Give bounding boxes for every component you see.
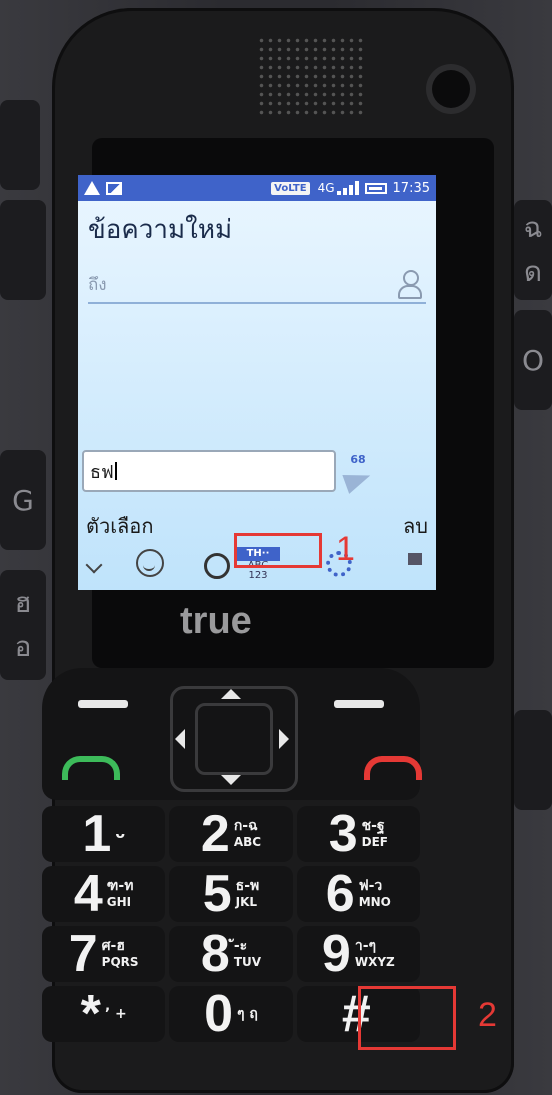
image-icon	[106, 181, 122, 195]
laptop-key	[0, 100, 40, 190]
key-digit: 4	[73, 865, 103, 923]
key-letters: ธ-พ	[235, 878, 260, 894]
dpad-center-button[interactable]	[195, 703, 273, 775]
key-latin: ABC	[233, 835, 262, 849]
key-6[interactable]: 6 ฟ-ว MNO	[296, 865, 420, 923]
key-digit: 8	[200, 925, 230, 983]
key-digit: 0	[204, 985, 234, 1043]
laptop-key-label: G	[12, 483, 34, 517]
key-3[interactable]: 3 ช-ฐ DEF	[296, 805, 420, 863]
call-button[interactable]	[62, 756, 120, 780]
right-softkey-button[interactable]	[334, 700, 384, 708]
message-text: ธฟ	[90, 461, 114, 483]
sticker-icon[interactable]	[204, 553, 230, 579]
key-2[interactable]: 2 ก-ฉ ABC	[169, 805, 293, 863]
speaker-grille	[257, 36, 367, 116]
laptop-key-thai: ฉด	[514, 200, 552, 300]
brand-logo: true	[180, 600, 252, 642]
laptop-key-thai: ฮอ	[0, 570, 46, 680]
key-digit: 7	[68, 925, 98, 983]
key-digit: 2	[200, 805, 230, 863]
key-digit: 5	[202, 865, 232, 923]
key-letters: ช-ฐ	[361, 818, 385, 834]
end-call-button[interactable]	[364, 756, 422, 780]
arrow-up-icon	[221, 689, 241, 699]
laptop-key-g: G	[0, 450, 46, 550]
key-8[interactable]: 8ั-ะ TUV	[169, 925, 293, 983]
arrow-down-icon	[221, 775, 241, 785]
navigation-keys	[42, 668, 422, 800]
key-1[interactable]: 1ᴗ	[42, 805, 166, 863]
chevron-down-icon[interactable]	[85, 556, 103, 574]
key-5[interactable]: 5 ธ-พ JKL	[169, 865, 293, 923]
page-title: ข้อความใหม่	[88, 215, 233, 245]
key-latin: TUV	[233, 955, 262, 969]
key-letters: ศ-ฮ	[101, 938, 125, 954]
laptop-key-label: ฉ	[523, 211, 543, 244]
arrow-right-icon	[279, 729, 289, 749]
key-latin: WXYZ	[354, 955, 395, 969]
dpad[interactable]	[170, 686, 298, 792]
options-softkey[interactable]: ตัวเลือก	[86, 510, 153, 542]
annotation-box-1	[234, 533, 322, 568]
key-digit: 1	[82, 805, 112, 863]
key-digit: *	[80, 985, 101, 1043]
volte-badge: VoLTE	[271, 181, 310, 195]
laptop-key-label: ด	[523, 255, 543, 288]
arrow-left-icon	[175, 729, 185, 749]
add-contact-icon[interactable]	[396, 270, 422, 299]
keyboard-icon	[408, 553, 422, 565]
key-latin: GHI	[106, 895, 132, 909]
annotation-label-2: 2	[478, 996, 497, 1034]
annotation-label-1: 1	[336, 530, 355, 568]
key-letters: ᴗ	[115, 826, 125, 842]
key-latin: MNO	[358, 895, 391, 909]
delete-softkey[interactable]: ลบ	[403, 510, 428, 542]
warning-icon	[84, 181, 100, 195]
key-letters: า-ๆ	[354, 938, 377, 954]
key-digit: 3	[328, 805, 358, 863]
char-count: 68	[350, 453, 366, 466]
send-icon	[342, 466, 374, 494]
key-digit: 6	[325, 865, 355, 923]
signal-icon	[336, 181, 359, 195]
camera-lens	[432, 70, 470, 108]
key-digit: 9	[321, 925, 351, 983]
key-9[interactable]: 9 า-ๆ WXYZ	[296, 925, 420, 983]
phone-screen: VoLTE 4G 17:35 ข้อความใหม่ ถึง ธฟ 68 ตัว…	[78, 175, 436, 590]
key-letters: ฑ-ท	[106, 878, 134, 894]
battery-icon	[364, 182, 387, 194]
key-latin: PQRS	[101, 955, 139, 969]
status-bar: VoLTE 4G 17:35	[78, 175, 436, 201]
key-latin: DEF	[361, 835, 388, 849]
send-button[interactable]: 68	[340, 453, 376, 494]
network-type: 4G	[317, 181, 335, 195]
key-4[interactable]: 4 ฑ-ท GHI	[42, 865, 166, 923]
laptop-key	[514, 710, 552, 810]
key-7[interactable]: 7 ศ-ฮ PQRS	[42, 925, 166, 983]
recipient-placeholder: ถึง	[88, 275, 107, 295]
emoji-icon[interactable]	[136, 549, 164, 577]
clock: 17:35	[392, 180, 430, 196]
key-0[interactable]: 0ๆ ฤ	[169, 985, 293, 1043]
key-star[interactable]: *’ +	[42, 985, 166, 1043]
key-latin: JKL	[235, 895, 258, 909]
key-letters: ั-ะ	[233, 938, 248, 954]
message-input[interactable]: ธฟ	[82, 450, 336, 492]
laptop-key-o: O	[514, 310, 552, 410]
annotation-box-2	[358, 986, 456, 1050]
laptop-key	[0, 200, 46, 300]
input-mode-123: 123	[248, 570, 268, 581]
laptop-key-label: อ	[14, 630, 32, 663]
key-letters: ’ +	[104, 1006, 127, 1022]
key-letters: ๆ ฤ	[237, 1006, 258, 1022]
recipient-field[interactable]: ถึง	[88, 260, 426, 304]
laptop-key-label: ฮ	[14, 586, 32, 619]
key-letters: ฟ-ว	[358, 878, 383, 894]
left-softkey-button[interactable]	[78, 700, 128, 708]
key-letters: ก-ฉ	[233, 818, 258, 834]
laptop-key-label: O	[521, 343, 545, 377]
